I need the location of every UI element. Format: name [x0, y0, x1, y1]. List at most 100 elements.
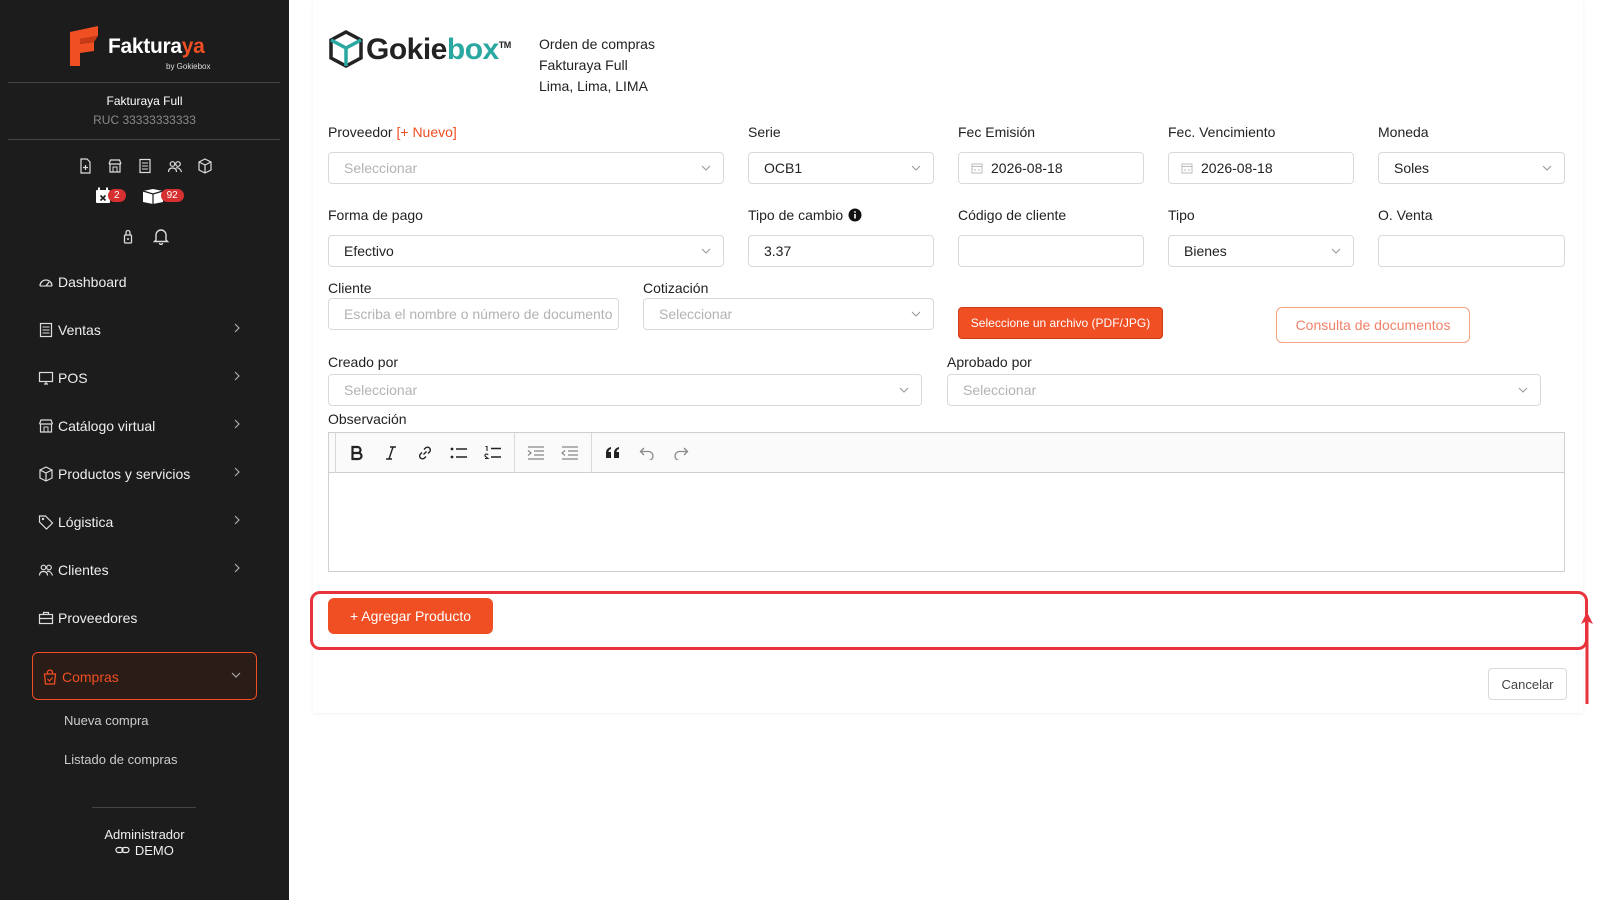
document-header: Orden de compras Fakturaya Full Lima, Li… — [539, 34, 655, 97]
users-icon[interactable] — [167, 158, 185, 176]
chevron-right-icon — [234, 467, 240, 477]
sidebar-item-label: Lógistica — [58, 514, 114, 530]
receipt-icon — [39, 322, 53, 338]
observacion-label: Observación — [328, 411, 407, 427]
user-info[interactable]: Administrador DEMO — [0, 827, 289, 859]
sidebar-item-label: Clientes — [58, 562, 109, 578]
select-file-button[interactable]: Seleccione un archivo (PDF/JPG) — [958, 307, 1163, 339]
box-icon[interactable] — [197, 158, 215, 176]
fec-vencimiento-input[interactable]: 2026-08-18 — [1168, 152, 1354, 184]
outdent-icon — [561, 445, 578, 460]
blockquote-button[interactable] — [596, 438, 630, 468]
numbered-list-icon — [484, 445, 501, 459]
toolbar-group-format — [335, 432, 515, 473]
italic-button[interactable] — [374, 438, 408, 468]
sidebar-item-compras[interactable]: Compras — [32, 652, 257, 700]
chevron-down-icon — [701, 165, 711, 171]
sidebar-item-clientes[interactable]: Clientes — [38, 558, 248, 582]
receipt-icon[interactable] — [137, 158, 155, 176]
sidebar-item-dashboard[interactable]: Dashboard — [38, 270, 248, 294]
creado-por-select[interactable]: Seleccionar — [328, 374, 922, 406]
quote-icon — [606, 446, 619, 458]
store-icon[interactable] — [107, 158, 125, 176]
codigo-cliente-input[interactable] — [958, 235, 1144, 267]
store-icon — [38, 419, 54, 433]
toolbar-group-indent — [515, 432, 592, 473]
editor-content-area[interactable] — [329, 473, 1564, 571]
calendar-icon — [971, 163, 983, 174]
editor-toolbar — [329, 432, 1564, 473]
company-name: Fakturaya Full — [106, 94, 183, 108]
calendar-alert[interactable]: 2 — [95, 187, 126, 204]
link-button[interactable] — [408, 438, 442, 468]
fakturaya-logo-icon — [70, 26, 98, 66]
divider — [8, 82, 280, 83]
boxes-alert[interactable]: 92 — [142, 188, 184, 204]
boxes-badge: 92 — [160, 189, 184, 202]
bulleted-list-button[interactable] — [442, 438, 476, 468]
sidebar-subitem-nueva-compra[interactable]: Nueva compra — [64, 713, 149, 728]
sidebar-item-label: Productos y servicios — [58, 466, 191, 482]
forma-pago-select[interactable]: Efectivo — [328, 235, 724, 267]
bold-icon — [351, 445, 363, 460]
proveedor-select[interactable]: Seleccionar — [328, 152, 724, 184]
moneda-select[interactable]: Soles — [1378, 152, 1565, 184]
sidebar-item-compras-row[interactable]: Compras — [42, 665, 247, 689]
tipo-cambio-label: Tipo de cambio — [748, 207, 862, 223]
o-venta-input[interactable] — [1378, 235, 1565, 267]
add-product-button[interactable]: + Agregar Producto — [328, 598, 493, 634]
fec-emision-input[interactable]: 2026-08-18 — [958, 152, 1144, 184]
chevron-down-icon — [911, 311, 921, 317]
cliente-input[interactable]: Escriba el nombre o número de documento — [328, 298, 619, 330]
bold-button[interactable] — [340, 438, 374, 468]
info-icon[interactable] — [848, 208, 862, 222]
sidebar-item-productos-servicios[interactable]: Productos y servicios — [38, 462, 248, 486]
redo-button[interactable] — [664, 438, 698, 468]
cotizacion-select[interactable]: Seleccionar — [643, 298, 934, 330]
user-icons — [120, 227, 170, 248]
aprobado-por-select[interactable]: Seleccionar — [947, 374, 1541, 406]
sidebar-subitem-listado-compras[interactable]: Listado de compras — [64, 752, 177, 767]
chevron-down-icon — [1518, 387, 1528, 393]
undo-icon — [639, 447, 654, 460]
chevron-right-icon — [234, 323, 240, 333]
cancel-button[interactable]: Cancelar — [1488, 668, 1567, 700]
bell-icon[interactable] — [152, 227, 170, 248]
sidebar-item-catalogo-virtual[interactable]: Catálogo virtual — [38, 414, 248, 438]
sidebar-item-logistica[interactable]: Lógistica — [38, 510, 248, 534]
tipo-label: Tipo — [1168, 207, 1195, 223]
tag-icon — [38, 515, 54, 530]
new-proveedor-link[interactable]: [+ Nuevo] — [396, 124, 456, 140]
serie-select[interactable]: OCB1 — [748, 152, 934, 184]
serie-label: Serie — [748, 124, 781, 140]
gokiebox-wordmark: GokieboxTM — [366, 33, 511, 66]
chevron-right-icon — [234, 515, 240, 525]
tipo-select[interactable]: Bienes — [1168, 235, 1354, 267]
outdent-button[interactable] — [553, 438, 587, 468]
sidebar-item-pos[interactable]: POS — [38, 366, 248, 390]
chevron-down-icon — [911, 165, 921, 171]
user-role: Administrador — [104, 827, 185, 842]
fakturaya-logo[interactable]: Fakturaya by Gokiebox — [68, 26, 228, 72]
tipo-cambio-input[interactable]: 3.37 — [748, 235, 934, 267]
indent-button[interactable] — [519, 438, 553, 468]
calendar-icon — [1181, 163, 1193, 174]
cliente-label: Cliente — [328, 280, 372, 296]
company-ruc: RUC 33333333333 — [93, 113, 196, 127]
calendar-badge: 2 — [108, 189, 126, 202]
numbered-list-button[interactable] — [476, 438, 510, 468]
sidebar-item-label: Proveedores — [58, 610, 138, 626]
brand-subtitle: by Gokiebox — [166, 62, 211, 71]
consulta-documentos-button[interactable]: Consulta de documentos — [1276, 307, 1470, 343]
forma-pago-label: Forma de pago — [328, 207, 423, 223]
link-icon — [115, 846, 130, 854]
indent-icon — [527, 445, 544, 460]
document-plus-icon[interactable] — [77, 158, 95, 176]
proveedor-label: Proveedor [+ Nuevo] — [328, 124, 457, 140]
divider — [92, 807, 196, 808]
lock-icon[interactable] — [120, 227, 136, 248]
chevron-down-icon — [1542, 165, 1552, 171]
sidebar-item-ventas[interactable]: Ventas — [38, 318, 248, 342]
sidebar-item-proveedores[interactable]: Proveedores — [38, 606, 248, 630]
undo-button[interactable] — [630, 438, 664, 468]
